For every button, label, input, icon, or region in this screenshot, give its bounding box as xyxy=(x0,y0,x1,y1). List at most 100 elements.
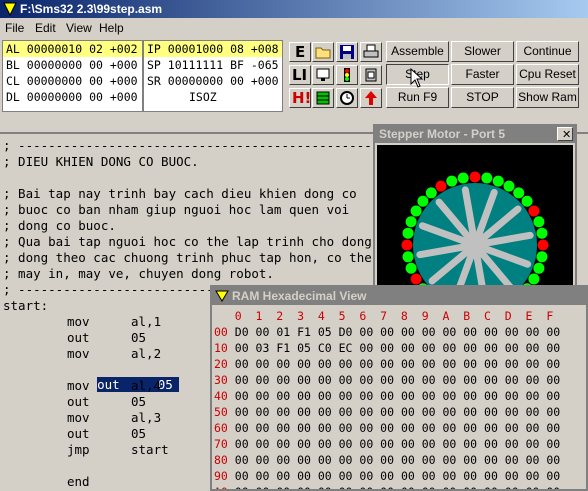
stator-pole xyxy=(425,187,437,199)
ram-cells[interactable]: 00 00 00 00 00 00 00 00 00 00 00 00 00 0… xyxy=(228,437,560,451)
code-op: end xyxy=(67,474,90,489)
assemble-button[interactable]: Assemble xyxy=(386,41,449,62)
ram-address: 60 xyxy=(214,421,228,435)
ram-address: 40 xyxy=(214,389,228,403)
hardware-interrupt-icon: H! xyxy=(292,89,312,107)
ram-cells[interactable]: 00 03 F1 05 C0 EC 00 00 00 00 00 00 00 0… xyxy=(228,341,560,355)
up-arrow-button[interactable] xyxy=(360,88,382,108)
folder-open-icon xyxy=(315,47,331,59)
menu-help[interactable]: Help xyxy=(99,21,124,35)
ram-cells[interactable]: 00 00 00 00 00 00 00 00 00 00 00 00 00 0… xyxy=(228,453,560,467)
code-op: mov xyxy=(67,314,90,329)
stepper-title-bar[interactable]: Stepper Motor - Port 5 ✕ xyxy=(375,126,575,143)
stator-pole xyxy=(405,262,417,274)
register-sr: SR 00000000 00 +000 xyxy=(147,74,279,88)
ram-cells[interactable]: 00 00 00 00 00 00 00 00 00 00 00 00 00 0… xyxy=(228,389,560,403)
floppy-icon xyxy=(340,45,354,59)
ram-row: 30 00 00 00 00 00 00 00 00 00 00 00 00 0… xyxy=(214,373,560,387)
edit-button[interactable]: E xyxy=(289,42,311,62)
ram-cells[interactable]: 00 00 00 00 00 00 00 00 00 00 00 00 00 0… xyxy=(228,405,560,419)
list-icon: LI xyxy=(292,66,308,84)
ram-cells[interactable]: 00 00 00 00 00 00 00 00 00 00 00 00 00 0… xyxy=(228,357,560,371)
ram-row: 00 D0 00 01 F1 05 D0 00 00 00 00 00 00 0… xyxy=(214,325,560,339)
ram-address: 90 xyxy=(214,469,228,483)
cpu-reset-button[interactable]: Cpu Reset xyxy=(516,64,579,85)
app-logo-icon xyxy=(215,290,229,302)
ram-address: 10 xyxy=(214,341,228,355)
code-arg: al,2 xyxy=(131,346,162,361)
stator-pole xyxy=(481,172,493,184)
menu-bar: File Edit View Help xyxy=(0,19,588,37)
stator-pole xyxy=(536,251,548,263)
start-label: start: xyxy=(3,298,49,313)
stator-pole xyxy=(401,239,413,251)
register-sp: SP 10111111 BF -065 xyxy=(147,58,279,72)
clock-button[interactable] xyxy=(336,88,358,108)
ram-cells[interactable]: 00 00 00 00 00 00 00 00 00 00 00 00 00 0… xyxy=(228,485,560,489)
registers-special: IP 00001000 08 +008 SP 10111111 BF -065 … xyxy=(143,40,283,112)
stator-pole xyxy=(417,195,429,207)
ram-row: 10 00 03 F1 05 C0 EC 00 00 00 00 00 00 0… xyxy=(214,341,560,355)
stator-pole xyxy=(405,216,417,228)
code-arg: start xyxy=(131,442,169,457)
stator-pole xyxy=(402,251,414,263)
stepper-close-button[interactable]: ✕ xyxy=(557,127,573,141)
save-button[interactable] xyxy=(336,42,358,62)
ram-cells[interactable]: 00 00 00 00 00 00 00 00 00 00 00 00 00 0… xyxy=(228,373,560,387)
ram-address: 00 xyxy=(214,325,228,339)
stator-pole xyxy=(492,175,504,187)
menu-file[interactable]: File xyxy=(5,21,24,35)
monitor-button[interactable] xyxy=(312,65,334,85)
device-button[interactable] xyxy=(360,65,382,85)
stator-pole xyxy=(528,273,540,285)
ram-row: 50 00 00 00 00 00 00 00 00 00 00 00 00 0… xyxy=(214,405,560,419)
ram-address: 50 xyxy=(214,405,228,419)
menu-view[interactable]: View xyxy=(66,21,92,35)
ram-address: 80 xyxy=(214,453,228,467)
title-bar[interactable]: F:\Sms32 2.3\99step.asm xyxy=(0,0,588,18)
keypad-button[interactable] xyxy=(312,88,334,108)
printer-icon xyxy=(363,44,379,58)
register-bl: BL 00000000 00 +000 xyxy=(6,58,138,72)
show-ram-button[interactable]: Show Ram xyxy=(516,87,579,108)
code-op: mov xyxy=(67,378,90,393)
list-button[interactable]: LI xyxy=(289,65,311,85)
ram-cells[interactable]: D0 00 01 F1 05 D0 00 00 00 00 00 00 00 0… xyxy=(228,325,560,339)
stator-pole xyxy=(469,171,481,183)
stator-pole xyxy=(513,187,525,199)
traffic-light-icon xyxy=(344,68,350,82)
code-arg: 05 xyxy=(131,394,147,409)
stator-pole xyxy=(435,180,447,192)
monitor-icon xyxy=(316,68,330,81)
stator-pole xyxy=(410,205,422,217)
faster-button[interactable]: Faster xyxy=(451,64,514,85)
stator-pole xyxy=(402,227,414,239)
stop-button[interactable]: STOP xyxy=(451,87,514,108)
ram-title-bar[interactable]: RAM Hexadecimal View xyxy=(212,287,586,305)
traffic-lights-button[interactable] xyxy=(336,65,358,85)
run-button[interactable]: Run F9 xyxy=(386,87,449,108)
stator-pole xyxy=(533,216,545,228)
menu-edit[interactable]: Edit xyxy=(35,21,56,35)
ram-cells[interactable]: 00 00 00 00 00 00 00 00 00 00 00 00 00 0… xyxy=(228,421,560,435)
stator-pole xyxy=(536,227,548,239)
code-op: jmp xyxy=(67,442,90,457)
ram-row: A0 00 00 00 00 00 00 00 00 00 00 00 00 0… xyxy=(214,485,560,489)
keypad-icon xyxy=(316,91,330,105)
hardware-interrupt-button[interactable]: H! xyxy=(289,88,311,108)
ram-row: 60 00 00 00 00 00 00 00 00 00 00 00 00 0… xyxy=(214,421,560,435)
source-line: ; dong theo cac chuong trinh phuc tap ho… xyxy=(3,250,372,265)
continue-button[interactable]: Continue xyxy=(516,41,579,62)
slower-button[interactable]: Slower xyxy=(451,41,514,62)
ram-row: 20 00 00 00 00 00 00 00 00 00 00 00 00 0… xyxy=(214,357,560,371)
ram-cells[interactable]: 00 00 00 00 00 00 00 00 00 00 00 00 00 0… xyxy=(228,469,560,483)
stator-pole xyxy=(457,172,469,184)
register-dl: DL 00000000 00 +000 xyxy=(6,90,138,104)
print-button[interactable] xyxy=(360,42,382,62)
open-button[interactable] xyxy=(312,42,334,62)
code-arg: 05 xyxy=(131,330,147,345)
stator-pole xyxy=(503,180,515,192)
ram-window: RAM Hexadecimal View 0 1 2 3 4 5 6 7 8 9… xyxy=(210,285,588,491)
clock-icon xyxy=(340,91,354,105)
code-op: out xyxy=(67,426,90,441)
